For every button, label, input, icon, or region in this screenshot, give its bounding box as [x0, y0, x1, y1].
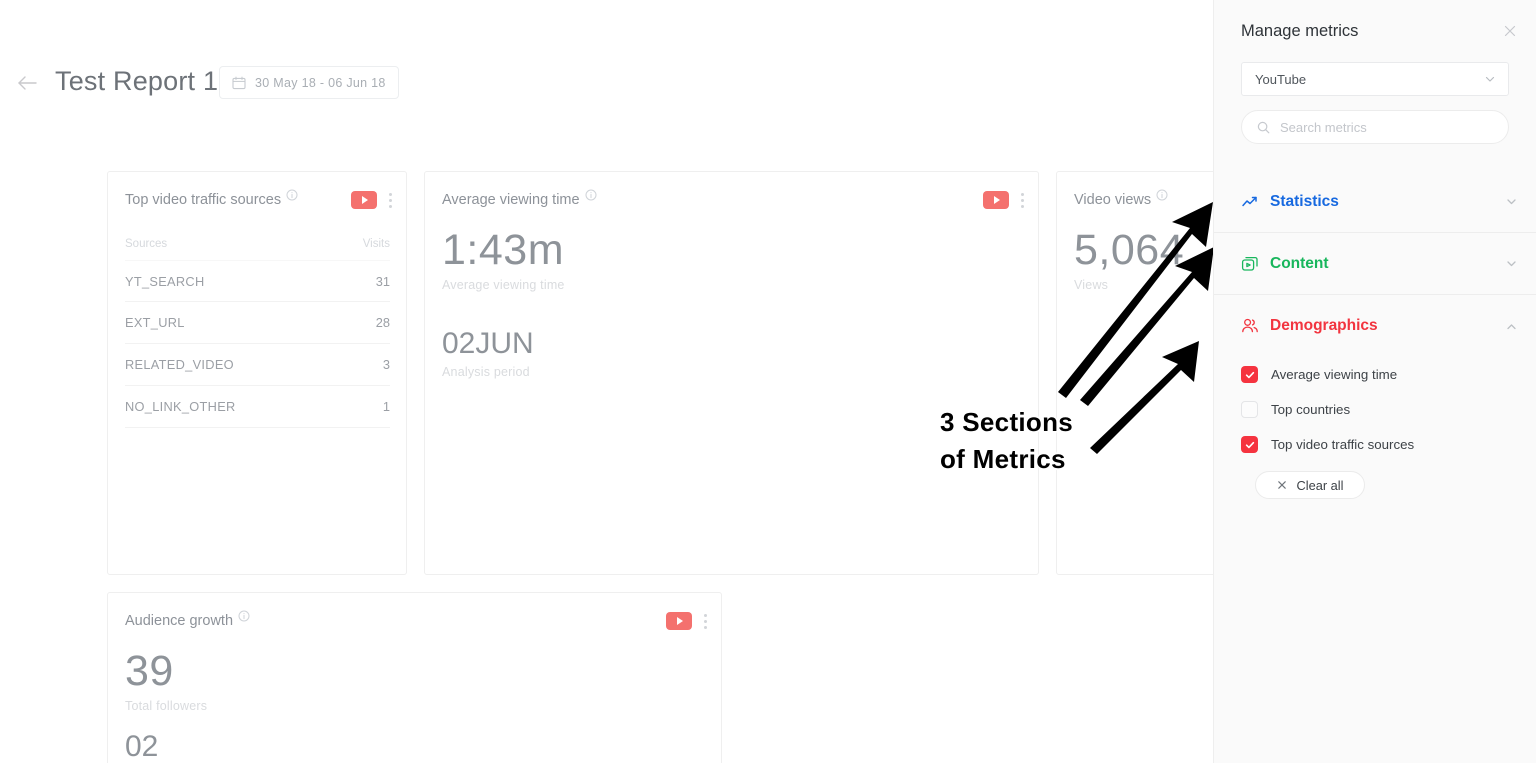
card-average-viewing-time: Average viewing time 1:43m Average viewi…	[424, 171, 1039, 575]
page-title: Test Report 1	[55, 66, 219, 96]
metric-value: 1:43m	[442, 226, 565, 274]
table-body: YT_SEARCH 31 EXT_URL 28 RELATED_VIDEO 3 …	[125, 260, 390, 428]
traffic-sources-table: Sources Visits YT_SEARCH 31 EXT_URL 28 R…	[108, 228, 406, 428]
panel-title: Manage metrics	[1241, 21, 1359, 40]
card-title: Audience growth	[125, 613, 234, 629]
kebab-menu-icon[interactable]	[703, 612, 707, 630]
metric-item-top-countries[interactable]: Top countries	[1241, 392, 1518, 427]
report-page: Test Report 1 30 May 18 - 06 Jun 18 Top …	[0, 0, 1536, 763]
section-demographics[interactable]: Demographics	[1214, 295, 1536, 357]
metric-block: 39 Total followers 02	[108, 647, 721, 763]
card-title: Average viewing time	[442, 192, 580, 208]
date-range-text: 30 May 18 - 06 Jun 18	[255, 75, 386, 90]
search-placeholder: Search metrics	[1280, 119, 1367, 135]
cell-source-name: EXT_URL	[125, 315, 185, 330]
youtube-icon[interactable]	[983, 191, 1009, 209]
clear-all-button[interactable]: Clear all	[1255, 471, 1365, 499]
cell-source-name: YT_SEARCH	[125, 273, 205, 289]
search-metrics-input[interactable]: Search metrics	[1241, 110, 1509, 144]
metric-value: 39	[125, 647, 174, 695]
kebab-menu-icon[interactable]	[388, 191, 392, 209]
youtube-icon[interactable]	[351, 191, 377, 209]
metric-item-label: Average viewing time	[1271, 367, 1398, 382]
chevron-down-icon	[1484, 73, 1496, 85]
card-top-video-traffic-sources: Top video traffic sources Sources Visits…	[107, 171, 407, 575]
table-row: RELATED_VIDEO 3	[125, 344, 390, 386]
cell-source-name: NO_LINK_OTHER	[125, 399, 236, 414]
section-label-demographics: Demographics	[1270, 317, 1378, 334]
clear-all-label: Clear all	[1296, 477, 1344, 493]
close-x-icon	[1277, 480, 1287, 490]
date-range-picker[interactable]: 30 May 18 - 06 Jun 18	[219, 66, 399, 99]
period-unit: JUN	[475, 327, 534, 361]
section-label-content: Content	[1270, 254, 1329, 272]
info-icon[interactable]	[1156, 189, 1168, 201]
panel-header: Manage metrics	[1214, 0, 1536, 62]
table-row: YT_SEARCH 31	[125, 260, 390, 302]
page-header: Test Report 1 30 May 18 - 06 Jun 18	[0, 0, 1213, 140]
analysis-period-label: Analysis period	[442, 364, 530, 379]
chevron-up-icon[interactable]	[1505, 320, 1518, 333]
metric-label: Total followers	[125, 699, 208, 714]
card-header-actions	[666, 612, 707, 630]
card-header-actions	[351, 191, 392, 209]
card-title: Video views	[1074, 192, 1152, 208]
close-icon[interactable]	[1502, 23, 1518, 39]
analysis-period-value: 02JUN	[442, 328, 1021, 360]
metric-item-top-video-traffic-sources[interactable]: Top video traffic sources	[1241, 427, 1518, 462]
metric-item-average-viewing-time[interactable]: Average viewing time	[1241, 357, 1518, 392]
section-label-statistics: Statistics	[1270, 192, 1339, 210]
metric-item-label: Top countries	[1271, 402, 1351, 417]
cell-visits-value: 31	[375, 273, 390, 289]
chevron-down-icon[interactable]	[1505, 195, 1518, 208]
search-icon	[1257, 121, 1270, 134]
manage-metrics-panel: Manage metrics YouTube Search metrics St…	[1213, 0, 1536, 763]
metric-sections: Statistics Content Demographics Average …	[1214, 171, 1536, 499]
checkbox-checked-icon[interactable]	[1241, 366, 1258, 383]
cell-visits-value: 1	[382, 399, 390, 414]
metric-item-label: Top video traffic sources	[1271, 437, 1415, 452]
checkbox-checked-icon[interactable]	[1241, 436, 1258, 453]
period-number: 02	[442, 327, 476, 361]
card-header: Top video traffic sources	[108, 172, 406, 228]
metric-label: Average viewing time	[442, 278, 565, 293]
youtube-icon[interactable]	[666, 612, 692, 630]
card-title: Top video traffic sources	[125, 192, 282, 208]
table-header-row: Sources Visits	[125, 228, 390, 260]
info-icon[interactable]	[238, 610, 250, 622]
people-icon	[1241, 317, 1259, 335]
demographics-metric-list: Average viewing time Top countries Top v…	[1214, 357, 1536, 499]
back-arrow-icon[interactable]	[14, 70, 42, 96]
info-icon[interactable]	[585, 189, 597, 201]
info-icon[interactable]	[286, 189, 298, 201]
card-header: Average viewing time	[425, 172, 1038, 228]
card-header: Audience growth	[108, 593, 721, 649]
section-content[interactable]: Content	[1214, 233, 1536, 295]
network-select-value: YouTube	[1255, 71, 1307, 87]
cell-source-name: RELATED_VIDEO	[125, 357, 234, 372]
column-header-visits: Visits	[362, 238, 390, 250]
secondary-metric-value: 02	[125, 730, 159, 763]
column-header-sources: Sources	[125, 238, 168, 250]
table-row: EXT_URL 28	[125, 302, 390, 344]
table-row: NO_LINK_OTHER 1	[125, 386, 390, 428]
video-play-icon	[1241, 255, 1259, 273]
trend-up-icon	[1241, 193, 1259, 211]
cell-visits-value: 28	[375, 315, 390, 330]
metric-block: 1:43m Average viewing time 02JUN Analysi…	[425, 226, 1038, 379]
kebab-menu-icon[interactable]	[1020, 191, 1024, 209]
checkbox-unchecked-icon[interactable]	[1241, 401, 1258, 418]
card-audience-growth: Audience growth 39 Total followers 02	[107, 592, 722, 763]
chevron-down-icon[interactable]	[1505, 257, 1518, 270]
calendar-icon	[232, 76, 246, 90]
network-select[interactable]: YouTube	[1241, 62, 1509, 96]
cell-visits-value: 3	[382, 357, 390, 372]
card-header-actions	[983, 191, 1024, 209]
section-statistics[interactable]: Statistics	[1214, 171, 1536, 233]
